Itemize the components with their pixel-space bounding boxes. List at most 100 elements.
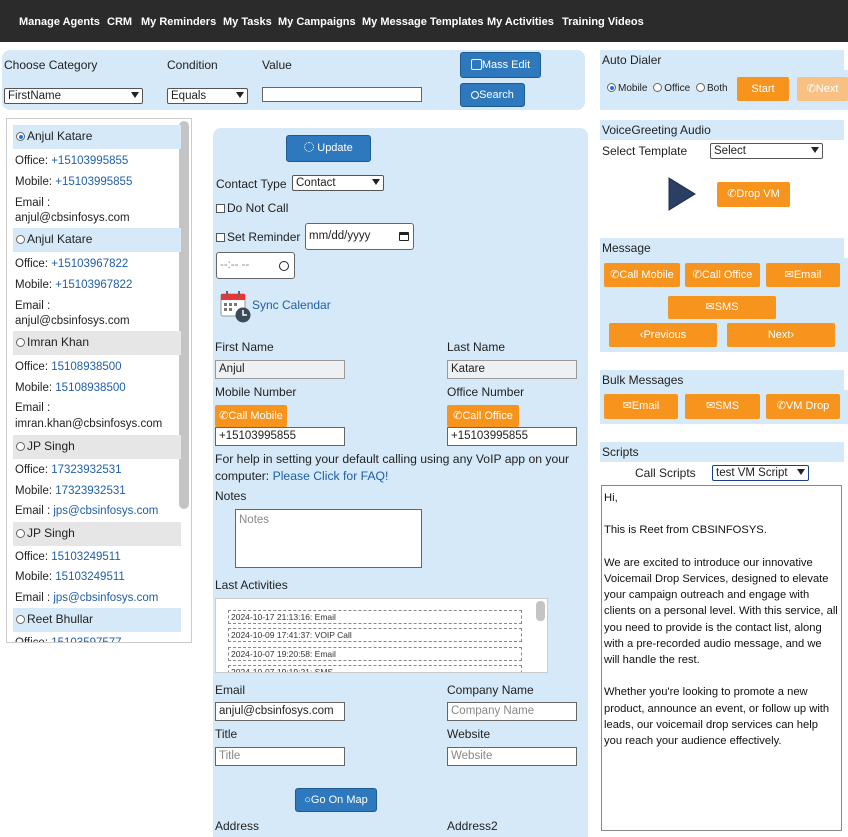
set-reminder-checkbox[interactable] (216, 233, 225, 242)
mass-edit-button[interactable]: Mass Edit (460, 52, 541, 78)
mobile-link[interactable]: 15108938500 (55, 382, 125, 394)
contact-radio[interactable] (16, 442, 25, 451)
bulk-sms-label: SMS (715, 400, 740, 412)
email-link[interactable]: anjul@cbsinfosys.com (15, 315, 130, 327)
nav-my-reminders[interactable]: My Reminders (141, 16, 216, 28)
contact-item-header[interactable]: Imran Khan (13, 331, 181, 355)
go-on-map-button[interactable]: ○Go On Map (295, 788, 377, 812)
call-office-button[interactable]: ✆Call Office (447, 405, 519, 427)
call-mobile-label: Call Mobile (228, 410, 283, 422)
contact-mobile: Mobile: 15108938500 (15, 382, 126, 394)
notes-label: Notes (215, 489, 247, 503)
call-scripts-label: Call Scripts (635, 466, 696, 480)
next-dialer-button[interactable]: ✆Next (797, 77, 848, 101)
next-button[interactable]: Next› (727, 323, 835, 347)
title-field[interactable]: Title (215, 747, 345, 766)
nav-my-message-templates[interactable]: My Message Templates (362, 16, 483, 28)
search-button[interactable]: Search (460, 83, 525, 107)
phone-icon: ✆ (692, 269, 702, 281)
sync-calendar-link[interactable]: Sync Calendar (252, 298, 331, 312)
do-not-call-checkbox[interactable] (216, 204, 225, 213)
call-mobile-button[interactable]: ✆Call Mobile (215, 405, 287, 427)
office-link[interactable]: +15103967822 (51, 258, 128, 270)
start-button[interactable]: Start (737, 77, 789, 101)
office-link[interactable]: 17323932531 (51, 464, 121, 476)
email-field[interactable]: anjul@cbsinfosys.com (215, 702, 345, 721)
condition-select[interactable]: Equals (167, 88, 248, 104)
nav-training-videos[interactable]: Training Videos (562, 16, 644, 28)
message-sms-button[interactable]: ✉SMS (668, 296, 776, 319)
category-label: Choose Category (4, 58, 98, 72)
contact-item-header[interactable]: Anjul Katare (13, 125, 181, 149)
mobile-link[interactable]: 17323932531 (55, 485, 125, 497)
top-nav: Manage Agents CRM My Reminders My Tasks … (0, 0, 848, 42)
nav-my-activities[interactable]: My Activities (487, 16, 554, 28)
first-name-field[interactable]: Anjul (215, 360, 345, 379)
email-link[interactable]: jps@cbsinfosys.com (53, 505, 158, 517)
mobile-number-field[interactable]: +15103995855 (215, 427, 345, 446)
edit-icon (470, 59, 482, 70)
radio-office[interactable] (653, 83, 663, 92)
mobile-link[interactable]: 15103249511 (55, 571, 125, 583)
contact-item-header[interactable]: Anjul Katare (13, 228, 181, 252)
sync-calendar-icon[interactable] (219, 290, 251, 323)
category-select[interactable]: FirstName (4, 88, 143, 104)
mobile-number-label: Mobile Number (215, 385, 297, 399)
contact-radio[interactable] (16, 529, 25, 538)
template-select[interactable]: Select (710, 143, 823, 159)
contact-radio[interactable] (16, 235, 25, 244)
email-link[interactable]: imran.khan@cbsinfosys.com (15, 418, 162, 430)
mobile-label: Mobile: (15, 279, 56, 291)
value-input[interactable] (262, 87, 422, 102)
office-number-field[interactable]: +15103995855 (447, 427, 577, 446)
reminder-time-input[interactable]: --:-- -- (216, 252, 295, 279)
search-label: Search (479, 89, 514, 101)
message-email-button[interactable]: ✉Email (766, 263, 840, 287)
nav-crm[interactable]: CRM (107, 16, 132, 28)
bulk-email-button[interactable]: ✉Email (604, 394, 678, 419)
script-textarea[interactable]: Hi, This is Reet from CBSINFOSYS. We are… (601, 485, 842, 831)
title-label: Title (215, 727, 238, 741)
office-link[interactable]: 15103249511 (51, 551, 121, 563)
radio-mobile[interactable] (607, 83, 616, 92)
contact-item-header[interactable]: JP Singh (13, 522, 181, 546)
mobile-link[interactable]: +15103967822 (55, 279, 132, 291)
bulk-sms-button[interactable]: ✉SMS (685, 394, 760, 419)
contact-radio[interactable] (16, 615, 25, 624)
radio-both[interactable] (695, 83, 705, 92)
contact-radio[interactable] (16, 132, 25, 141)
drop-vm-button[interactable]: ✆Drop VM (717, 182, 790, 207)
faq-link[interactable]: Please Click for FAQ! (273, 469, 389, 483)
message-call-mobile-button[interactable]: ✆Call Mobile (604, 263, 680, 287)
contact-radio[interactable] (16, 338, 25, 347)
mobile-link[interactable]: +15103995855 (55, 176, 132, 188)
nav-manage-agents[interactable]: Manage Agents (19, 16, 100, 28)
contact-type-select[interactable]: Contact (292, 175, 384, 191)
email-link[interactable]: anjul@cbsinfosys.com (15, 212, 130, 224)
call-script-select[interactable]: test VM Script (712, 465, 809, 481)
office-link[interactable]: 15108938500 (51, 361, 121, 373)
activities-scrollbar[interactable] (536, 601, 545, 621)
next-label: Next (767, 329, 791, 341)
update-button[interactable]: Update (286, 135, 371, 162)
email-link[interactable]: jps@cbsinfosys.com (53, 592, 158, 604)
office-link[interactable]: +15103995855 (51, 155, 128, 167)
nav-my-tasks[interactable]: My Tasks (223, 16, 272, 28)
play-icon[interactable] (668, 177, 696, 211)
bulk-vm-drop-button[interactable]: ✆VM Drop (766, 394, 840, 419)
nav-my-campaigns[interactable]: My Campaigns (278, 16, 356, 28)
contact-item-header[interactable]: JP Singh (13, 435, 181, 459)
contact-list[interactable]: Anjul Katare Office: +15103995855 Mobile… (6, 118, 192, 643)
message-call-office-button[interactable]: ✆Call Office (685, 263, 760, 287)
website-field[interactable]: Website (447, 747, 577, 766)
last-name-field[interactable]: Katare (447, 360, 577, 379)
last-activities-list[interactable]: 2024-10-17 21:13:16: Email 2024-10-09 17… (215, 598, 548, 673)
office-link[interactable]: 15103597577 (51, 637, 121, 642)
notes-textarea[interactable]: Notes (235, 509, 422, 568)
reminder-date-input[interactable]: mm/dd/yyyy (305, 223, 414, 250)
email-label: Email : (15, 592, 54, 604)
search-icon (471, 91, 480, 99)
contact-item-header[interactable]: Reet Bhullar (13, 608, 181, 632)
previous-button[interactable]: ‹Previous (609, 323, 717, 347)
company-name-field[interactable]: Company Name (447, 702, 577, 721)
